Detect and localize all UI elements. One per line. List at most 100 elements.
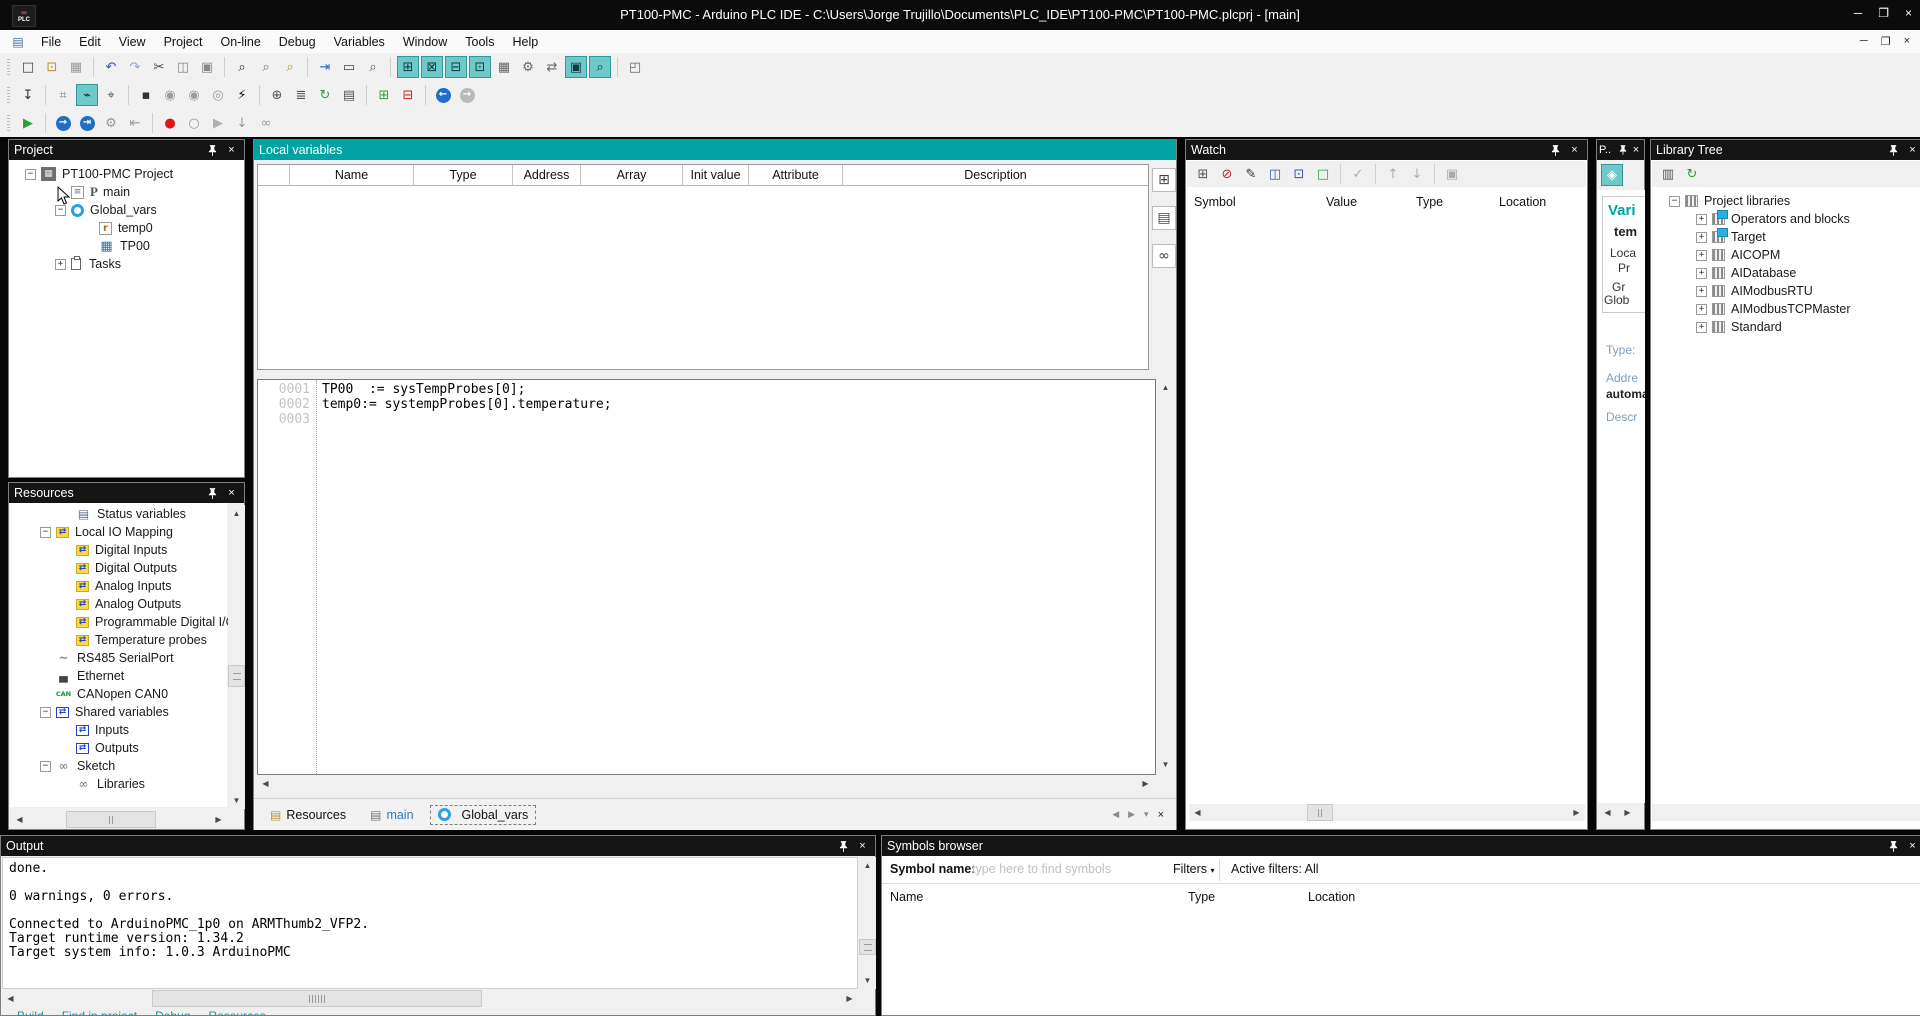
import-library-button[interactable]: ▥ [1657,163,1679,185]
breakpoint-button[interactable]: ○ [183,112,205,134]
save-project-button[interactable]: ▦ [65,56,87,78]
column-header-attribute[interactable]: Attribute [749,165,843,185]
debug-options-button[interactable]: ⚙ [100,112,122,134]
resources-hscrollbar[interactable]: ◀ ▶ [11,811,227,828]
output-window-button[interactable]: ▦ [493,56,515,78]
undo-button[interactable]: ↶ [100,56,122,78]
warm-restart-button[interactable]: ◉ [183,84,205,106]
scroll-up-icon[interactable]: ▲ [859,857,876,874]
debug-mode-button[interactable]: ▶ [17,112,39,134]
output-log-area[interactable]: done. 0 warnings, 0 errors. Connected to… [2,857,858,989]
project-item-temp0[interactable]: −rtemp0 [9,219,244,237]
library-item-operators-and-blocks[interactable]: +Operators and blocks [1651,210,1850,228]
flash-program-button[interactable]: ⚡ [231,84,253,106]
scroll-left-icon[interactable]: ◀ [11,811,28,828]
duplicate-item-button[interactable]: ▣ [1441,163,1463,185]
expander-icon[interactable]: + [1696,214,1707,225]
resources-item-outputs[interactable]: −⇄Outputs [10,739,235,757]
move-down-button[interactable]: ↓ [1406,163,1428,185]
save-watch-list-button[interactable]: ◫ [1264,163,1286,185]
recompile-all-button[interactable]: ↻ [314,84,336,106]
navigate-back-button[interactable]: ← [432,84,454,106]
status-tab-resources[interactable]: Resources [208,1009,265,1016]
watch-column-type[interactable]: Type [1416,195,1443,209]
options-window-button[interactable]: ⚙ [517,56,539,78]
resources-item-inputs[interactable]: −⇄Inputs [10,721,235,739]
scroll-right-icon[interactable]: ▶ [1137,775,1154,792]
tab-nav-right-icon[interactable]: ▶ [1128,809,1135,820]
scroll-down-icon[interactable]: ▼ [228,792,245,809]
expander-icon[interactable]: − [55,205,66,216]
library-item-aicopm[interactable]: +AICOPM [1651,246,1850,264]
record-button[interactable]: ● [159,112,181,134]
project-item-tasks[interactable]: +Tasks [9,255,244,273]
tab-nav-left-icon[interactable]: ◀ [1112,809,1119,820]
text-editor-view-button[interactable]: ▣ [565,56,587,78]
scroll-down-icon[interactable]: ▼ [859,972,876,989]
menu-variables[interactable]: Variables [325,35,394,49]
menu-debug[interactable]: Debug [270,35,325,49]
library-item-aimodbusrtu[interactable]: +AIModbusRTU [1651,282,1850,300]
menu-view[interactable]: View [110,35,155,49]
column-header-name[interactable]: Name [290,165,414,185]
scroll-thumb[interactable] [228,665,245,687]
menu-online[interactable]: On-line [211,35,269,49]
swap-views-button[interactable]: ⇄ [541,56,563,78]
scroll-left-icon[interactable]: ◀ [2,990,19,1007]
tab-close-icon[interactable]: × [1158,809,1164,821]
resources-item-local-io-mapping[interactable]: −⇄Local IO Mapping [10,523,235,541]
code-editor[interactable]: 0001 0002 0003 TP00 := sysTempProbes[0];… [257,379,1156,775]
resources-item-analog-outputs[interactable]: −⇄Analog Outputs [10,595,235,613]
device-setup-button[interactable]: ⌗ [52,84,74,106]
step-down-button[interactable]: ↓ [231,112,253,134]
symbols-column-type[interactable]: Type [1188,890,1215,904]
trigger-link-button[interactable]: ∞ [255,112,277,134]
menu-window[interactable]: Window [394,35,456,49]
menu-edit[interactable]: Edit [70,35,110,49]
expander-icon[interactable]: + [1696,286,1707,297]
minimize-button[interactable]: ─ [1854,6,1863,20]
insert-new-item-button[interactable]: □ [1312,163,1334,185]
editor-vscrollbar[interactable]: ▲ ▼ [1157,379,1174,773]
watch-column-location[interactable]: Location [1499,195,1546,209]
paste-button[interactable]: ▣ [196,56,218,78]
pointer-mode-button[interactable]: ⌖ [100,84,122,106]
scroll-left-icon[interactable]: ◀ [1599,804,1616,821]
tab-main[interactable]: ▤main [362,805,421,825]
maximize-view-button[interactable]: ◰ [624,56,646,78]
scroll-down-icon[interactable]: ▼ [1157,756,1174,773]
close-icon[interactable]: × [855,839,870,853]
insert-column-button[interactable]: ⊞ [373,84,395,106]
resources-item-temperature-probes[interactable]: −⇄Temperature probes [10,631,235,649]
scroll-right-icon[interactable]: ▶ [1568,804,1585,821]
scroll-right-icon[interactable]: ▶ [841,990,858,1007]
insert-record-button[interactable]: ⇥ [314,56,336,78]
resources-item-status-variables[interactable]: −▤Status variables [10,505,235,523]
link-view-button[interactable]: ∞ [1152,244,1176,268]
column-header-init-value[interactable]: Init value [683,165,749,185]
close-button[interactable]: × [1905,6,1912,20]
resources-vscrollbar[interactable]: ▲ ▼ [228,505,245,809]
close-icon[interactable]: × [224,486,239,500]
expander-icon[interactable]: + [1696,250,1707,261]
grid-view-button[interactable]: ⊞ [1152,168,1176,192]
watch-window-button[interactable]: ⊡ [469,56,491,78]
connect-button[interactable]: ⌁ [76,84,98,106]
delete-column-button[interactable]: ⊟ [397,84,419,106]
expander-icon[interactable]: + [1696,232,1707,243]
download-code-button[interactable]: ↧ [17,84,39,106]
scroll-up-icon[interactable]: ▲ [1157,379,1174,396]
copy-button[interactable]: ◫ [172,56,194,78]
scroll-left-icon[interactable]: ◀ [1189,804,1206,821]
scroll-thumb[interactable] [859,939,876,955]
pin-icon[interactable] [205,486,220,500]
status-tab-debug[interactable]: Debug [155,1009,190,1016]
resources-item-rs485-serialport[interactable]: −~RS485 SerialPort [10,649,235,667]
project-item-pt100-pmc-project[interactable]: −▦PT100-PMC Project [9,165,244,183]
cut-button[interactable]: ✂ [148,56,170,78]
tab-resources[interactable]: ▤Resources [262,805,354,825]
open-project-button[interactable]: ⊡ [41,56,63,78]
notes-view-button[interactable]: ▤ [1152,206,1176,230]
resources-item-digital-outputs[interactable]: −⇄Digital Outputs [10,559,235,577]
hot-restart-button[interactable]: ◎ [207,84,229,106]
